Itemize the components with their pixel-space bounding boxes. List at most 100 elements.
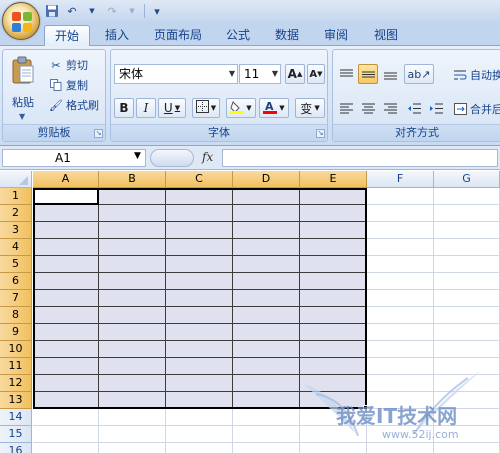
active-cell[interactable] bbox=[33, 188, 99, 205]
cut-button[interactable]: ✂ 剪切 bbox=[49, 56, 88, 74]
cell-F8[interactable] bbox=[367, 307, 434, 324]
cell-E8[interactable] bbox=[300, 307, 367, 324]
cell-D9[interactable] bbox=[233, 324, 300, 341]
underline-button[interactable]: U ▼ bbox=[158, 98, 186, 118]
increase-indent-button[interactable] bbox=[426, 98, 446, 118]
cell-A3[interactable] bbox=[33, 222, 99, 239]
row-header[interactable]: 4 bbox=[0, 239, 32, 256]
format-painter-button[interactable]: 🖌 格式刷 bbox=[49, 96, 99, 114]
cell-A12[interactable] bbox=[33, 375, 99, 392]
tab-insert[interactable]: 插入 bbox=[95, 25, 139, 46]
name-box-dropdown-icon[interactable]: ▼ bbox=[134, 151, 141, 161]
align-bottom-button[interactable] bbox=[380, 64, 400, 84]
cell-B11[interactable] bbox=[99, 358, 166, 375]
formula-bar-resize-handle[interactable] bbox=[150, 149, 194, 167]
cell-D10[interactable] bbox=[233, 341, 300, 358]
cell-G2[interactable] bbox=[434, 205, 500, 222]
cell-D8[interactable] bbox=[233, 307, 300, 324]
cell-F1[interactable] bbox=[367, 188, 434, 205]
row-header[interactable]: 5 bbox=[0, 256, 32, 273]
customize-qat-icon[interactable]: ▾ bbox=[149, 3, 165, 19]
cell-B14[interactable] bbox=[99, 409, 166, 426]
cell-F7[interactable] bbox=[367, 290, 434, 307]
cell-A13[interactable] bbox=[33, 392, 99, 409]
cell-G5[interactable] bbox=[434, 256, 500, 273]
cell-C11[interactable] bbox=[166, 358, 233, 375]
row-header[interactable]: 6 bbox=[0, 273, 32, 290]
cell-A15[interactable] bbox=[33, 426, 99, 443]
paste-dropdown-icon[interactable]: ▼ bbox=[19, 112, 25, 121]
font-color-button[interactable]: A ▼ bbox=[259, 98, 289, 118]
cell-A8[interactable] bbox=[33, 307, 99, 324]
cell-A5[interactable] bbox=[33, 256, 99, 273]
cell-D6[interactable] bbox=[233, 273, 300, 290]
cell-C13[interactable] bbox=[166, 392, 233, 409]
cell-C16[interactable] bbox=[166, 443, 233, 453]
cell-G9[interactable] bbox=[434, 324, 500, 341]
insert-function-button[interactable]: fx bbox=[202, 150, 213, 164]
cell-G10[interactable] bbox=[434, 341, 500, 358]
cell-D5[interactable] bbox=[233, 256, 300, 273]
cell-C9[interactable] bbox=[166, 324, 233, 341]
cell-A9[interactable] bbox=[33, 324, 99, 341]
cell-D15[interactable] bbox=[233, 426, 300, 443]
font-size-dropdown-icon[interactable]: ▼ bbox=[272, 65, 278, 83]
cell-G6[interactable] bbox=[434, 273, 500, 290]
row-header[interactable]: 14 bbox=[0, 409, 32, 426]
cell-B9[interactable] bbox=[99, 324, 166, 341]
tab-view[interactable]: 视图 bbox=[364, 25, 408, 46]
column-header[interactable]: F bbox=[367, 171, 434, 188]
office-button[interactable] bbox=[2, 2, 40, 40]
row-header[interactable]: 11 bbox=[0, 358, 32, 375]
cell-D1[interactable] bbox=[233, 188, 300, 205]
align-left-button[interactable] bbox=[336, 98, 356, 118]
column-header[interactable]: C bbox=[166, 171, 233, 188]
font-name-combo[interactable]: 宋体 ▼ bbox=[114, 64, 238, 84]
save-icon[interactable] bbox=[44, 3, 60, 19]
tab-page-layout[interactable]: 页面布局 bbox=[144, 25, 212, 46]
italic-button[interactable]: I bbox=[136, 98, 156, 118]
cell-A10[interactable] bbox=[33, 341, 99, 358]
undo-dropdown-icon[interactable]: ▼ bbox=[84, 3, 100, 19]
cell-E6[interactable] bbox=[300, 273, 367, 290]
clipboard-dialog-launcher[interactable]: ↘ bbox=[94, 129, 103, 138]
row-header[interactable]: 16 bbox=[0, 443, 32, 453]
cell-F6[interactable] bbox=[367, 273, 434, 290]
cell-F9[interactable] bbox=[367, 324, 434, 341]
row-header[interactable]: 10 bbox=[0, 341, 32, 358]
row-header[interactable]: 8 bbox=[0, 307, 32, 324]
cell-E9[interactable] bbox=[300, 324, 367, 341]
cell-E10[interactable] bbox=[300, 341, 367, 358]
row-header[interactable]: 1 bbox=[0, 188, 32, 205]
font-dialog-launcher[interactable]: ↘ bbox=[316, 129, 325, 138]
paste-button[interactable]: 粘贴 ▼ bbox=[7, 54, 39, 124]
tab-review[interactable]: 审阅 bbox=[314, 25, 358, 46]
row-header[interactable]: 9 bbox=[0, 324, 32, 341]
cell-C5[interactable] bbox=[166, 256, 233, 273]
tab-home[interactable]: 开始 bbox=[44, 25, 91, 47]
cell-D16[interactable] bbox=[233, 443, 300, 453]
cell-A14[interactable] bbox=[33, 409, 99, 426]
cell-C12[interactable] bbox=[166, 375, 233, 392]
cell-B5[interactable] bbox=[99, 256, 166, 273]
row-header[interactable]: 7 bbox=[0, 290, 32, 307]
align-center-button[interactable] bbox=[358, 98, 378, 118]
font-size-combo[interactable]: 11 ▼ bbox=[239, 64, 281, 84]
cell-C4[interactable] bbox=[166, 239, 233, 256]
phonetic-guide-button[interactable]: 变 ▼ bbox=[295, 98, 325, 118]
cell-G3[interactable] bbox=[434, 222, 500, 239]
bold-button[interactable]: B bbox=[114, 98, 134, 118]
cell-C2[interactable] bbox=[166, 205, 233, 222]
cell-C1[interactable] bbox=[166, 188, 233, 205]
cell-F4[interactable] bbox=[367, 239, 434, 256]
cell-D2[interactable] bbox=[233, 205, 300, 222]
cell-B12[interactable] bbox=[99, 375, 166, 392]
cell-A6[interactable] bbox=[33, 273, 99, 290]
column-header[interactable]: G bbox=[434, 171, 500, 188]
cell-B13[interactable] bbox=[99, 392, 166, 409]
cell-G1[interactable] bbox=[434, 188, 500, 205]
cell-E3[interactable] bbox=[300, 222, 367, 239]
align-top-button[interactable] bbox=[336, 64, 356, 84]
column-header[interactable]: A bbox=[33, 171, 99, 188]
cell-B6[interactable] bbox=[99, 273, 166, 290]
